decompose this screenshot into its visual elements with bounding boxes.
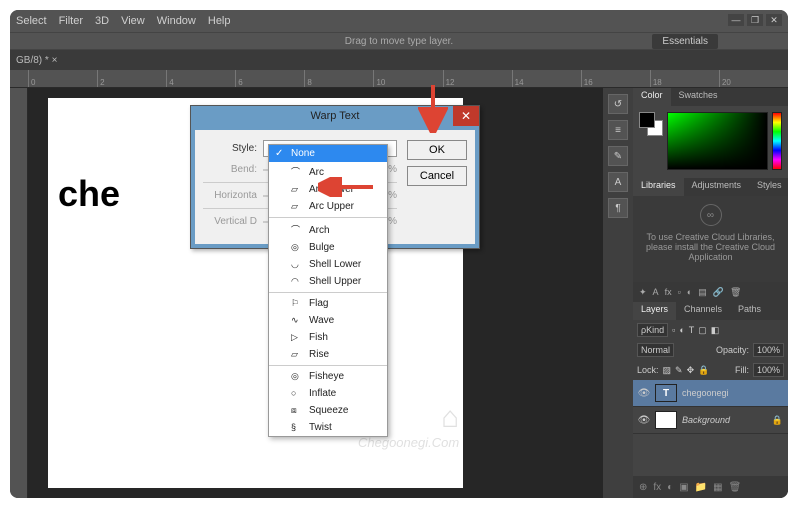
properties-icon[interactable]: ≡: [608, 120, 628, 140]
fill-input[interactable]: 100%: [753, 363, 784, 377]
foreground-color[interactable]: [639, 112, 655, 128]
style-option-rise[interactable]: ▱Rise: [269, 346, 387, 363]
creative-cloud-icon: ∞: [700, 204, 722, 226]
collapsed-panels: ↺ ≡ ✎ A ¶: [603, 88, 633, 498]
layers-footer: ⊕fx◐▣📁▦🗑: [633, 476, 788, 498]
style-option-flag[interactable]: ⚐Flag: [269, 295, 387, 312]
menubar: Select Filter 3D View Window Help — ❐ ✕: [10, 10, 788, 32]
history-icon[interactable]: ↺: [608, 94, 628, 114]
dialog-titlebar[interactable]: Warp Text ✕: [191, 106, 479, 126]
libraries-panel: ∞ To use Creative Cloud Libraries, pleas…: [633, 196, 788, 282]
right-panels: Color Swatches Libraries Adjustments Sty…: [633, 88, 788, 498]
ok-button[interactable]: OK: [407, 140, 467, 160]
hue-slider[interactable]: [772, 112, 782, 170]
layer-name[interactable]: Background: [682, 415, 730, 425]
layer-row-text[interactable]: 👁 T chegoonegi: [633, 380, 788, 407]
menu-filter[interactable]: Filter: [59, 15, 83, 27]
tab-libraries[interactable]: Libraries: [633, 178, 684, 196]
menu-3d[interactable]: 3D: [95, 15, 109, 27]
libraries-tabs: Libraries Adjustments Styles: [633, 178, 788, 196]
style-option-arc-lower[interactable]: ▱Arc Lower: [269, 181, 387, 198]
libraries-message: To use Creative Cloud Libraries, please …: [641, 232, 780, 262]
tab-adjustments[interactable]: Adjustments: [684, 178, 750, 196]
layer-name[interactable]: chegoonegi: [682, 388, 729, 398]
visibility-toggle[interactable]: 👁: [638, 414, 650, 426]
add-style-icon[interactable]: ✦: [639, 287, 647, 298]
menu-window[interactable]: Window: [157, 15, 196, 27]
app-window: Select Filter 3D View Window Help — ❐ ✕ …: [10, 10, 788, 498]
layer-row-background[interactable]: 👁 Background 🔒: [633, 407, 788, 434]
window-controls: — ❐ ✕: [728, 14, 782, 26]
style-option-fisheye[interactable]: ◎Fisheye: [269, 368, 387, 385]
document-tab-bar: GB/8) * ×: [10, 50, 788, 70]
tab-styles[interactable]: Styles: [749, 178, 788, 196]
style-option-none[interactable]: None: [269, 145, 387, 162]
paragraph-icon[interactable]: ¶: [608, 198, 628, 218]
bg-layer-thumb: [655, 411, 677, 429]
horizontal-label: Horizonta: [203, 190, 257, 201]
style-option-wave[interactable]: ∿Wave: [269, 312, 387, 329]
ruler-vertical: [10, 88, 28, 498]
style-option-arc-upper[interactable]: ▱Arc Upper: [269, 198, 387, 215]
text-layer[interactable]: che: [58, 173, 120, 215]
fx-row: ✦ Afx▫◐▤🔗🗑: [633, 282, 788, 302]
blend-mode-select[interactable]: Normal: [637, 343, 674, 357]
style-option-squeeze[interactable]: ⧈Squeeze: [269, 402, 387, 419]
style-option-shell-lower[interactable]: ◡Shell Lower: [269, 256, 387, 273]
filter-kind[interactable]: ρKind: [637, 323, 668, 337]
brush-icon[interactable]: ✎: [608, 146, 628, 166]
maximize-button[interactable]: ❐: [747, 14, 763, 26]
vertical-label: Vertical D: [203, 216, 257, 227]
tab-channels[interactable]: Channels: [676, 302, 730, 320]
tab-color[interactable]: Color: [633, 88, 671, 106]
style-option-arc[interactable]: ⌒Arc: [269, 162, 387, 181]
color-field[interactable]: [667, 112, 768, 170]
color-panel: [633, 106, 788, 178]
lock-icon: 🔒: [772, 415, 783, 426]
style-dropdown: None⌒Arc▱Arc Lower▱Arc Upper ⌒Arch◎Bulge◡…: [268, 144, 388, 437]
tab-paths[interactable]: Paths: [730, 302, 769, 320]
bend-label: Bend:: [203, 164, 257, 175]
trash-icon[interactable]: 🗑: [730, 287, 741, 298]
close-window-button[interactable]: ✕: [766, 14, 782, 26]
ruler-horizontal: 02468101214161820: [10, 70, 788, 88]
visibility-toggle[interactable]: 👁: [638, 387, 650, 399]
layers-panel: ρKind ▫◐T▢◧ Normal Opacity: 100% Lock: ▨…: [633, 320, 788, 498]
menu-view[interactable]: View: [121, 15, 145, 27]
style-option-shell-upper[interactable]: ◠Shell Upper: [269, 273, 387, 290]
cancel-button[interactable]: Cancel: [407, 166, 467, 186]
style-option-arch[interactable]: ⌒Arch: [269, 220, 387, 239]
workspace-switcher[interactable]: Essentials: [652, 34, 718, 49]
style-option-fish[interactable]: ▷Fish: [269, 329, 387, 346]
style-label: Style:: [203, 143, 257, 154]
style-option-twist[interactable]: §Twist: [269, 419, 387, 436]
menu-help[interactable]: Help: [208, 15, 231, 27]
style-option-inflate[interactable]: ○Inflate: [269, 385, 387, 402]
character-icon[interactable]: A: [608, 172, 628, 192]
document-tab[interactable]: GB/8) * ×: [16, 55, 57, 66]
layers-tabs: Layers Channels Paths: [633, 302, 788, 320]
tab-layers[interactable]: Layers: [633, 302, 676, 320]
delete-layer-icon[interactable]: 🗑: [729, 482, 742, 493]
foreground-background-swatch[interactable]: [639, 112, 663, 136]
color-panel-tabs: Color Swatches: [633, 88, 788, 106]
close-icon[interactable]: ✕: [453, 106, 479, 126]
menu-select[interactable]: Select: [16, 15, 47, 27]
style-option-bulge[interactable]: ◎Bulge: [269, 239, 387, 256]
tab-swatches[interactable]: Swatches: [671, 88, 726, 106]
opacity-input[interactable]: 100%: [753, 343, 784, 357]
text-layer-thumb: T: [655, 384, 677, 402]
minimize-button[interactable]: —: [728, 14, 744, 26]
